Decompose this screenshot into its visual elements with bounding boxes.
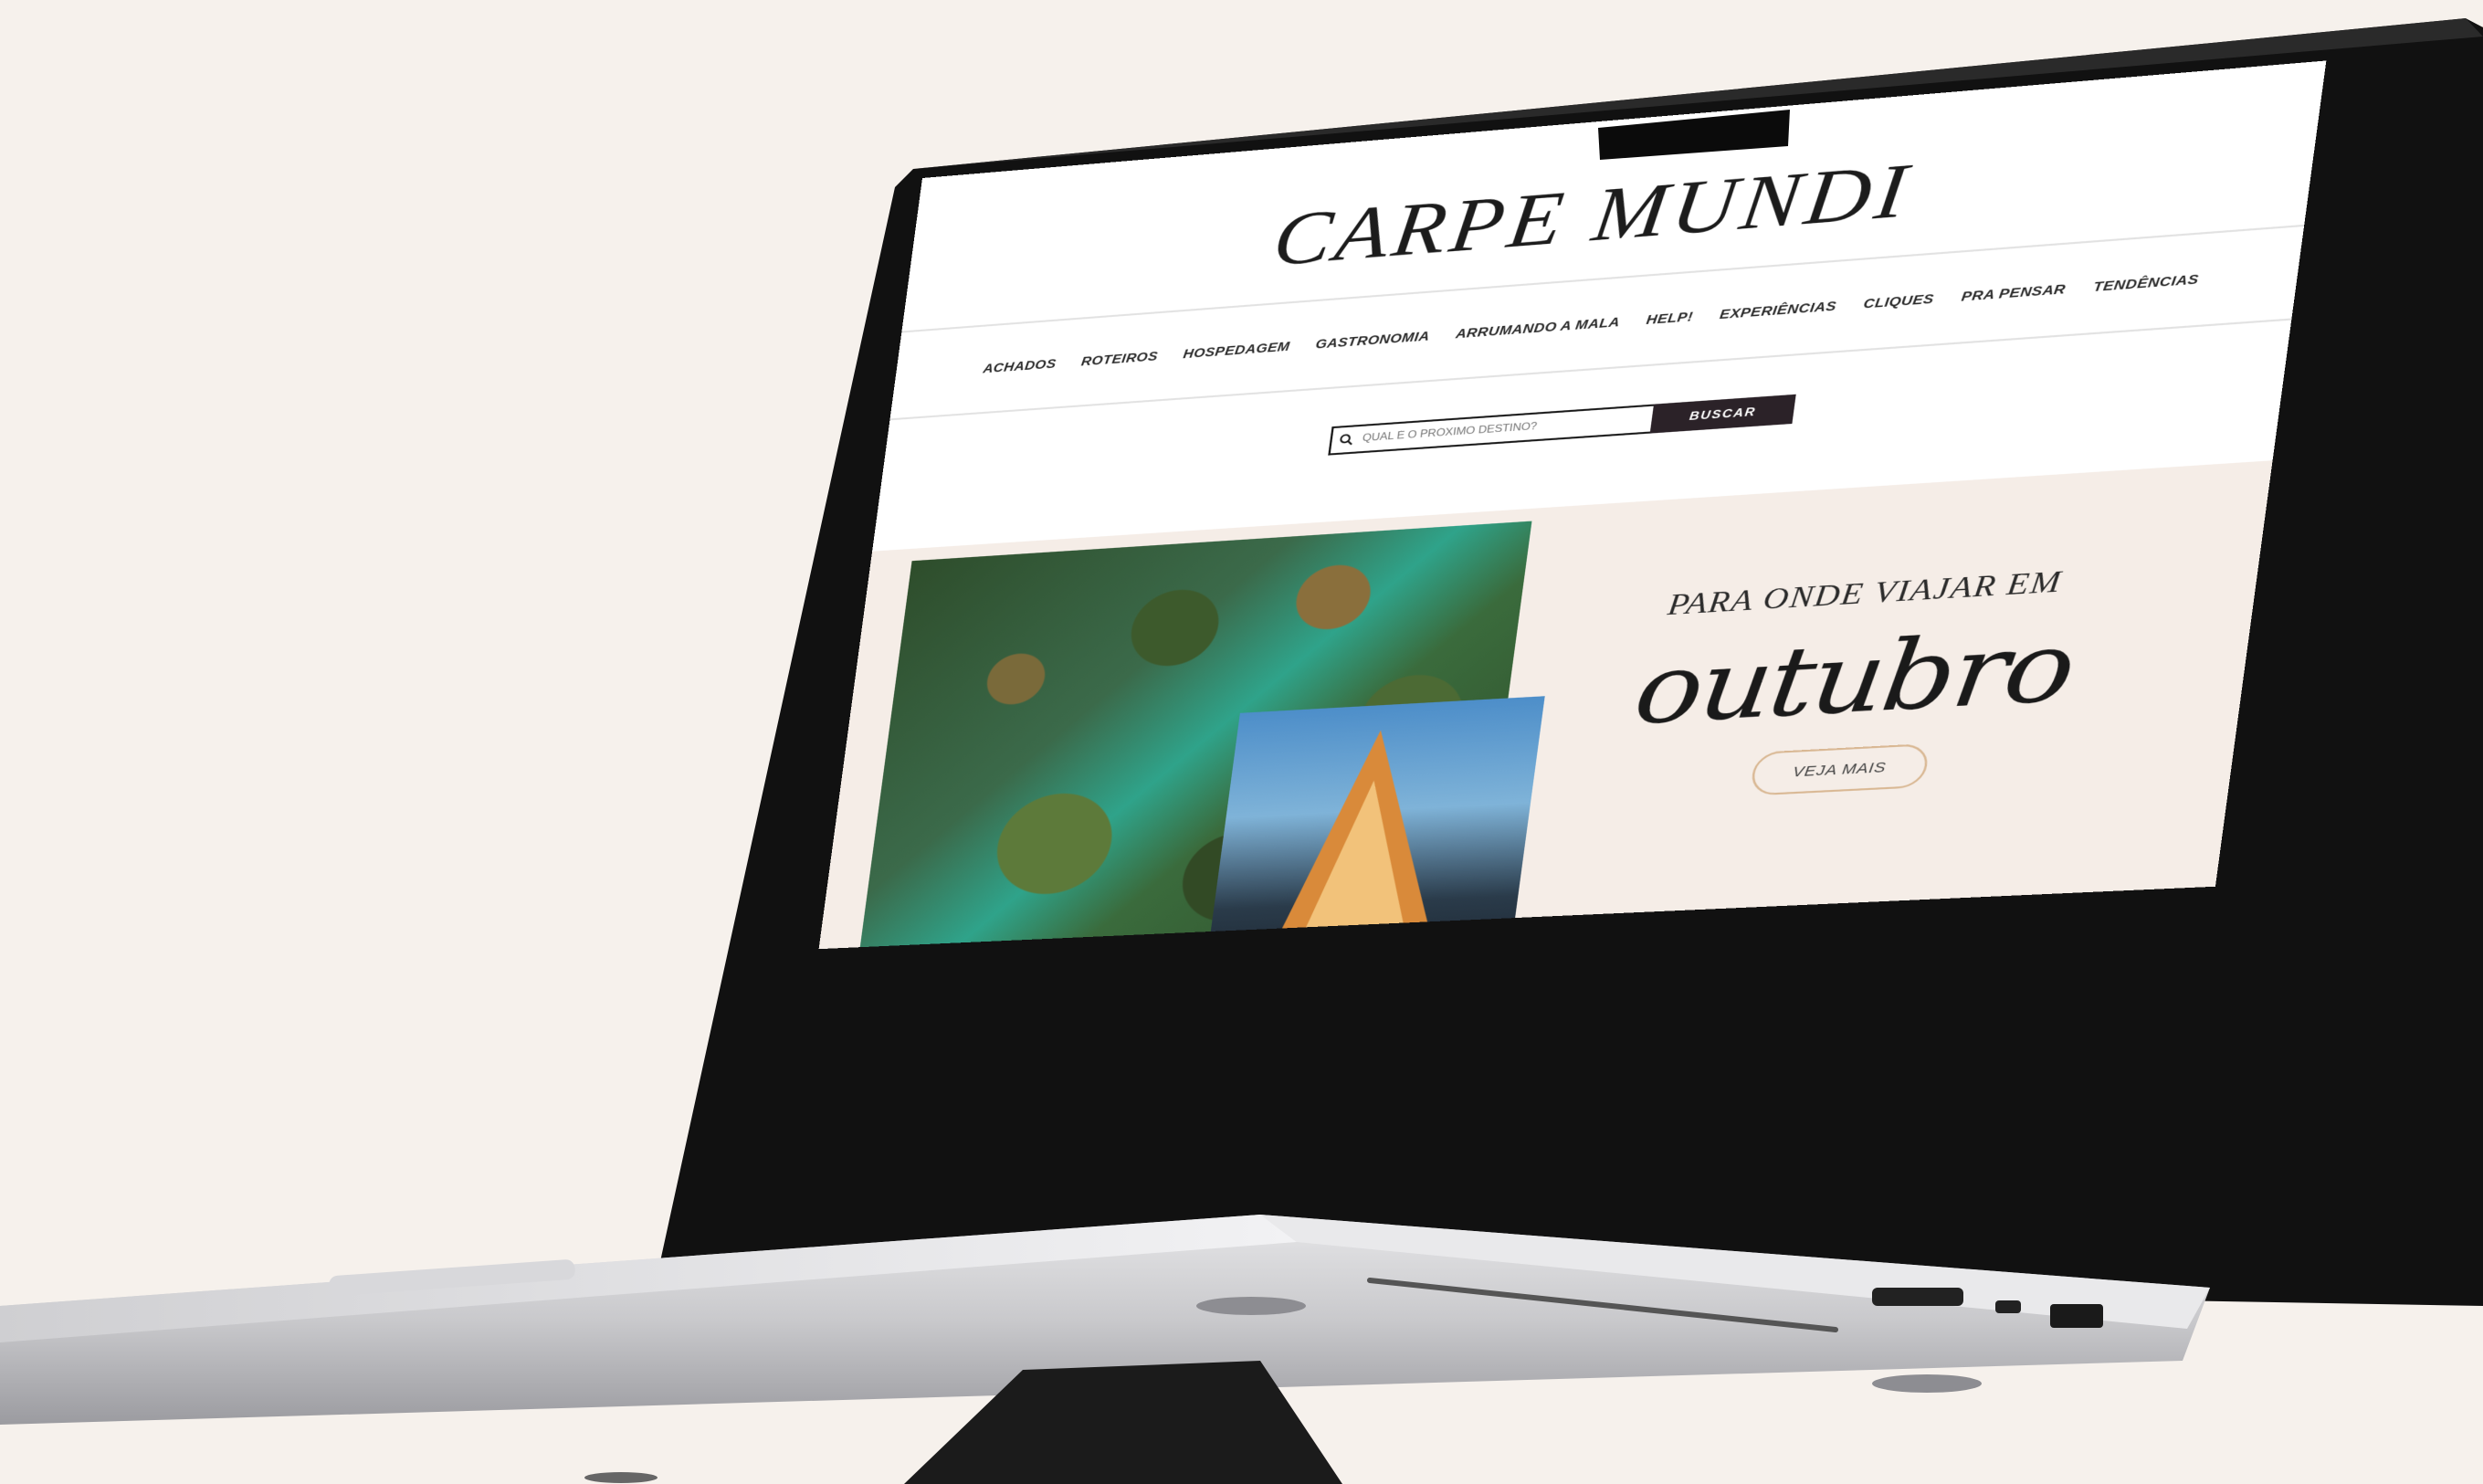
search-field [1328,404,1655,456]
hero-banner: PARA ONDE VIAJAR EM outubro VEJA MAIS [818,460,2273,950]
nav-item-help[interactable]: HELP! [1646,310,1694,328]
nav-item-tendencias[interactable]: TENDÊNCIAS [2092,272,2199,295]
nav-item-roteiros[interactable]: ROTEIROS [1080,349,1159,369]
search-icon [1331,433,1362,447]
cabin-window [1302,777,1426,934]
nav-item-gastronomia[interactable]: GASTRONOMIA [1315,329,1431,352]
nav-item-hospedagem[interactable]: HOSPEDAGEM [1183,340,1291,362]
hero-month-title: outubro [1628,610,2079,747]
hero-text: PARA ONDE VIAJAR EM outubro VEJA MAIS [1604,562,2103,804]
browser-viewport: CARPE MUNDI ACHADOS ROTEIROS HOSPEDAGEM … [818,60,2327,950]
hero-cabin-photo[interactable] [1205,696,1545,950]
nav-item-achados[interactable]: ACHADOS [982,357,1057,376]
nav-item-cliques[interactable]: CLIQUES [1863,292,1935,312]
see-more-button[interactable]: VEJA MAIS [1750,742,1931,796]
search-button[interactable]: BUSCAR [1649,394,1796,434]
nav-item-arrumando-a-mala[interactable]: ARRUMANDO A MALA [1455,315,1621,342]
mockup-scene: CARPE MUNDI ACHADOS ROTEIROS HOSPEDAGEM … [0,0,2483,1484]
wooden-decoration [2361,0,2483,913]
nav-item-experiencias[interactable]: EXPERIÊNCIAS [1719,299,1837,322]
nav-item-pra-pensar[interactable]: PRA PENSAR [1961,282,2067,305]
search-input[interactable] [1360,413,1644,446]
